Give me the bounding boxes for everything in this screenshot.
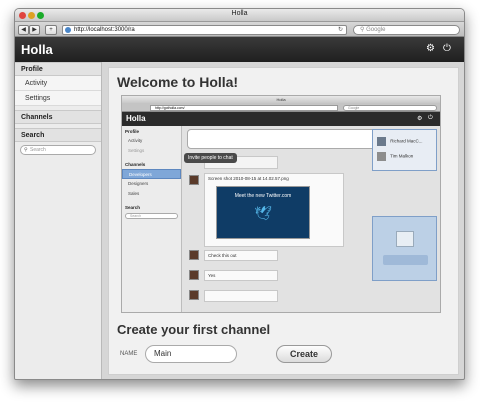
main-panel: Welcome to Holla! Holla http://gotholla.… — [108, 67, 459, 375]
screenshot-activity: Activity — [128, 138, 143, 143]
sidebar-heading-search: Search — [15, 128, 101, 142]
title-bar: Holla — [15, 9, 464, 22]
app-screenshot: Holla http://gotholla.com/ Google Holla … — [121, 95, 441, 313]
sidebar-search-input[interactable]: ⚲ Search — [20, 145, 96, 155]
sidebar: Profile Activity Settings Channels Searc… — [15, 62, 102, 379]
screenshot-drop-label — [383, 255, 428, 265]
avatar — [377, 152, 386, 161]
screenshot-search: Google — [343, 105, 437, 111]
reload-icon[interactable]: ↻ — [338, 26, 343, 34]
avatar — [189, 175, 199, 185]
screenshot-person: Richard MacC... — [373, 130, 436, 146]
screenshot-toolbar: http://gotholla.com/ Google — [122, 103, 440, 112]
sidebar-item-activity[interactable]: Activity — [15, 76, 101, 91]
power-icon[interactable]: ⏻ — [443, 43, 451, 54]
invite-tooltip: Invite people to chat — [184, 153, 237, 163]
screenshot-preview-caption: Meet the new Twitter.com — [234, 193, 292, 199]
add-bookmark-button[interactable]: + — [45, 25, 57, 35]
screenshot-compose-box — [187, 129, 391, 149]
create-channel-title: Create your first channel — [117, 322, 271, 337]
screenshot-image-preview: Meet the new Twitter.com 🕊 — [216, 186, 310, 239]
gear-icon[interactable]: ⚙ — [426, 43, 435, 54]
back-button[interactable]: ◀ — [18, 25, 29, 35]
address-text: http://localhost:3000/ra — [74, 27, 135, 33]
avatar — [377, 137, 386, 146]
window-title: Holla — [231, 10, 248, 17]
browser-search-placeholder: Google — [366, 27, 386, 33]
avatar — [189, 290, 199, 300]
screenshot-brand: Holla — [126, 114, 146, 123]
screenshot-message: Check this out — [204, 250, 278, 261]
sidebar-heading-channels: Channels — [15, 110, 101, 124]
browser-toolbar: ◀ ▶ + http://localhost:3000/ra ↻ ⚲ Googl… — [15, 22, 464, 37]
screenshot-sidebar: Profile Activity Settings Channels Devel… — [122, 126, 182, 312]
screenshot-power-icon: ⏻ — [428, 115, 433, 121]
app-header: Holla ⚙ ⏻ — [15, 37, 464, 62]
app-brand: Holla — [21, 42, 53, 57]
screenshot-settings: Settings — [128, 148, 145, 153]
screenshot-people-list: Richard MacC... Tim Malkon — [372, 129, 437, 171]
screenshot-window-title: Holla — [122, 96, 440, 103]
page-title: Welcome to Holla! — [117, 74, 239, 90]
create-button[interactable]: Create — [276, 345, 332, 363]
screenshot-channel-item: Designers — [128, 181, 149, 186]
browser-search-field[interactable]: ⚲ Google — [353, 25, 460, 35]
screenshot-search-heading: Search — [125, 205, 141, 210]
sidebar-heading-profile: Profile — [15, 62, 101, 76]
screenshot-message: Yes — [204, 270, 278, 281]
screenshot-gear-icon: ⚙ — [417, 116, 423, 122]
screenshot-channel-item: Sales — [128, 191, 140, 196]
file-icon — [396, 231, 414, 247]
screenshot-search-field: Search — [125, 213, 178, 219]
search-icon: ⚲ — [24, 147, 28, 153]
search-icon: ⚲ — [360, 27, 365, 33]
screenshot-person: Tim Malkon — [373, 146, 436, 161]
screenshot-channel-item: Developers — [122, 169, 181, 179]
screenshot-message-partial — [204, 290, 278, 302]
screenshot-person-name: Tim Malkon — [390, 153, 414, 159]
browser-window: Holla ◀ ▶ + http://localhost:3000/ra ↻ ⚲… — [14, 8, 465, 380]
screenshot-person-name: Richard MacC... — [390, 138, 423, 144]
name-label: NAME — [120, 351, 138, 357]
address-bar[interactable]: http://localhost:3000/ra ↻ — [62, 25, 347, 35]
sidebar-item-settings[interactable]: Settings — [15, 91, 101, 106]
channel-name-input[interactable]: Main — [145, 345, 237, 363]
globe-icon — [65, 27, 71, 33]
screenshot-channels-heading: Channels — [125, 162, 146, 167]
forward-button[interactable]: ▶ — [29, 25, 40, 35]
bird-icon: 🕊 — [254, 205, 272, 221]
avatar — [189, 270, 199, 280]
screenshot-address: http://gotholla.com/ — [150, 105, 338, 111]
screenshot-header: Holla ⚙ ⏻ — [122, 112, 440, 126]
screenshot-profile-heading: Profile — [125, 129, 140, 134]
sidebar-search-placeholder: Search — [30, 147, 46, 153]
avatar — [189, 250, 199, 260]
screenshot-drop-zone — [372, 216, 437, 281]
